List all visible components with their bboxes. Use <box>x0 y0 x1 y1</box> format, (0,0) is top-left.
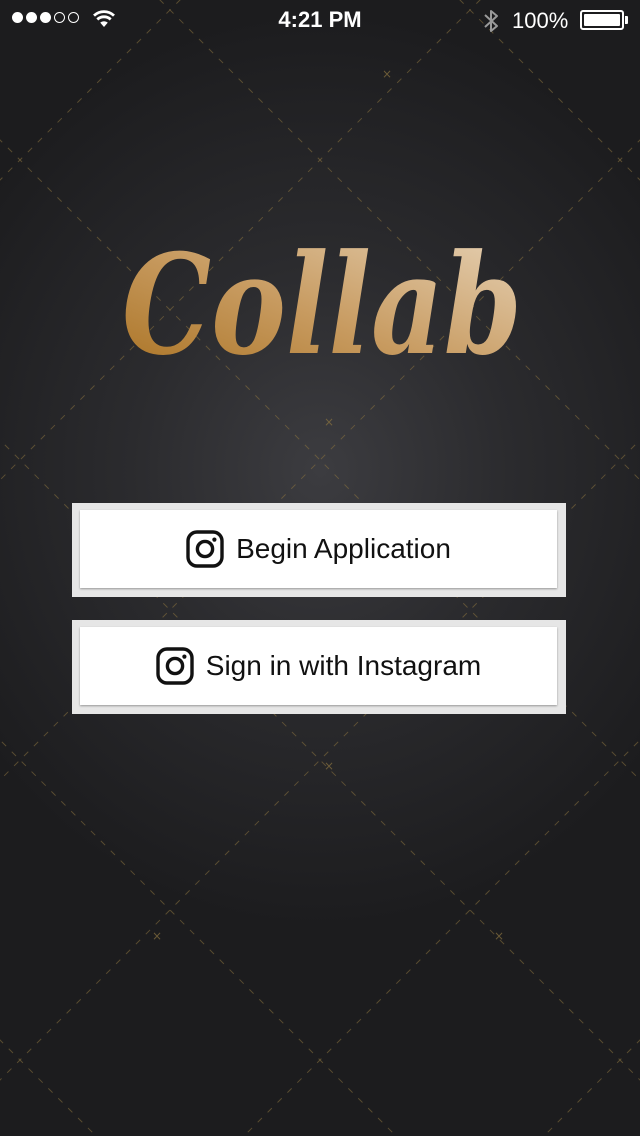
svg-text:×: × <box>324 759 334 773</box>
status-bar: 4:21 PM 100% <box>0 0 640 40</box>
instagram-icon <box>156 647 194 685</box>
instagram-icon <box>186 530 224 568</box>
sign-in-instagram-frame: Sign in with Instagram <box>72 620 566 714</box>
collab-logo: Collab <box>122 223 522 386</box>
svg-text:×: × <box>382 67 392 81</box>
sign-in-instagram-label: Sign in with Instagram <box>205 650 482 681</box>
svg-text:×: × <box>324 415 334 429</box>
login-screen: × × × × × 4:21 PM 100% Collab Begin Appl… <box>0 0 640 1136</box>
begin-application-label: Begin Application <box>236 533 451 564</box>
battery-nub <box>625 16 628 24</box>
logo-text: Collab <box>122 223 522 386</box>
svg-text:×: × <box>152 929 162 943</box>
bluetooth-icon <box>484 10 498 32</box>
battery-percent: 100% <box>512 8 569 33</box>
battery-icon <box>580 10 624 30</box>
sign-in-instagram-button[interactable]: Sign in with Instagram <box>80 627 557 705</box>
begin-application-button[interactable]: Begin Application <box>80 510 557 588</box>
begin-application-frame: Begin Application <box>72 503 566 597</box>
svg-text:×: × <box>494 929 504 943</box>
